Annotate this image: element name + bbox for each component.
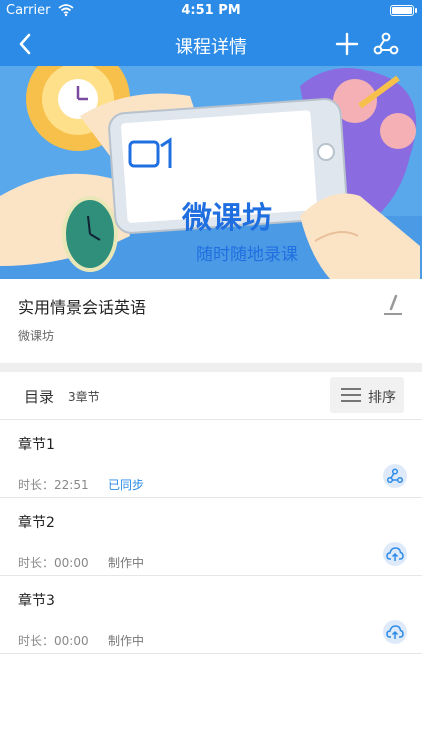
- chapter-duration: 时长：22:51: [18, 478, 89, 492]
- chapter-title: 章节2: [18, 515, 55, 531]
- cloud-upload-icon: [386, 547, 404, 561]
- chapter-status: 已同步: [108, 478, 145, 492]
- chapter-row[interactable]: 章节2 时长：00:00 制作中: [0, 498, 422, 576]
- plus-icon[interactable]: [334, 30, 360, 58]
- chapter-upload-button[interactable]: [383, 542, 407, 566]
- clock: 4:51 PM: [181, 3, 241, 18]
- catalog-label: 目录: [24, 388, 55, 406]
- sort-label: 排序: [368, 390, 396, 406]
- chapter-title: 章节3: [18, 593, 55, 609]
- edit-icon[interactable]: [382, 294, 404, 316]
- chapter-upload-button[interactable]: [383, 620, 407, 644]
- chapter-duration: 时长：00:00: [18, 556, 89, 570]
- section-divider: [0, 363, 422, 372]
- chapter-title: 章节1: [18, 437, 55, 453]
- battery-icon: [390, 5, 414, 16]
- chapter-share-button[interactable]: [383, 464, 407, 488]
- banner-title: 微课坊: [182, 201, 272, 236]
- chapter-duration: 时长：00:00: [18, 634, 89, 648]
- course-name: 实用情景会话英语: [18, 298, 147, 317]
- cloud-upload-icon: [386, 625, 404, 639]
- menu-lines-icon: [341, 388, 361, 402]
- chapter-status: 制作中: [108, 634, 145, 648]
- battery-tip: [415, 8, 417, 13]
- chapter-row[interactable]: 章节3 时长：00:00 制作中: [0, 576, 422, 654]
- course-banner: 微课坊 随时随地录课: [0, 66, 422, 279]
- chapter-status: 制作中: [108, 556, 145, 570]
- banner-subtitle: 随时随地录课: [196, 245, 298, 265]
- course-info: 实用情景会话英语 微课坊: [0, 279, 422, 363]
- status-bar: Carrier 4:51 PM: [0, 0, 422, 22]
- chapter-row[interactable]: 章节1 时长：22:51 已同步: [0, 420, 422, 498]
- catalog-header: 目录 3章节 排序: [0, 372, 422, 420]
- chapter-count: 3章节: [68, 390, 100, 404]
- nav-bar: 课程详情: [0, 22, 422, 66]
- share-icon: [386, 468, 404, 484]
- course-org: 微课坊: [18, 329, 55, 343]
- share-icon[interactable]: [372, 30, 400, 58]
- sort-button[interactable]: 排序: [330, 377, 404, 413]
